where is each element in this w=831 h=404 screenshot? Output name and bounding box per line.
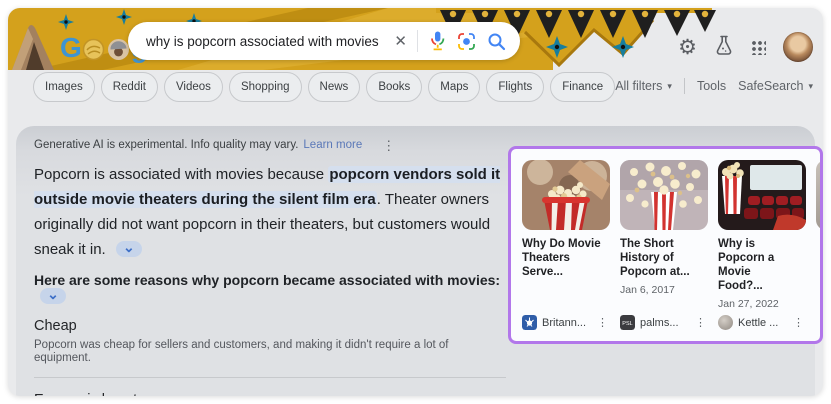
source-card[interactable]: The Short History of Popcorn at... Jan 6… [620, 160, 708, 330]
reason-sections: Cheap Popcorn was cheap for sellers and … [34, 318, 506, 396]
search-labs-icon[interactable] [714, 35, 734, 60]
partial-next-card[interactable] [816, 160, 823, 230]
section-description: Popcorn was cheap for sellers and custom… [34, 339, 506, 365]
google-lens-icon[interactable] [457, 32, 476, 51]
card-date: Jan 27, 2022 [718, 298, 806, 310]
search-bar[interactable]: why is popcorn associated with movies ✕ [128, 22, 520, 60]
card-source-name: Kettle ... [738, 317, 778, 329]
ai-answer-paragraph: Popcorn is associated with movies becaus… [34, 162, 506, 262]
card-title: The Short History of Popcorn at... [620, 237, 700, 279]
more-options-icon[interactable]: ⋮ [382, 139, 395, 152]
source-card[interactable]: Why is Popcorn a Movie Food?... Jan 27, … [718, 160, 806, 330]
card-source-row: Kettle ... ⋮ [718, 315, 806, 330]
logo-letter-g: G [60, 32, 81, 64]
search-input[interactable]: why is popcorn associated with movies [146, 34, 384, 49]
voice-search-icon[interactable] [429, 31, 446, 51]
google-apps-grid-icon[interactable] [751, 40, 766, 55]
tab-videos[interactable]: Videos [164, 72, 223, 102]
tools-button[interactable]: Tools [697, 79, 726, 93]
doodle-flatbread-icon [82, 38, 105, 61]
tab-shopping[interactable]: Shopping [229, 72, 302, 102]
expand-chevron-button[interactable]: ⌄ [40, 288, 66, 304]
expand-chevron-button[interactable]: ⌄ [116, 241, 142, 257]
card-source-row: Britann... ⋮ [522, 315, 610, 330]
card-source-name: palms... [640, 317, 679, 329]
tab-finance[interactable]: Finance [550, 72, 615, 102]
more-options-icon[interactable]: ⋮ [597, 316, 610, 329]
card-thumbnail [522, 160, 610, 230]
card-title: Why is Popcorn a Movie Food?... [718, 237, 798, 293]
source-card[interactable]: Why Do Movie Theaters Serve... Britann..… [522, 160, 610, 330]
reasons-intro: Here are some reasons why popcorn became… [34, 272, 514, 304]
settings-gear-icon[interactable]: ⚙ [678, 37, 697, 58]
britannica-favicon [522, 315, 537, 330]
card-source-row: PSL palms... ⋮ [620, 315, 708, 330]
palm-springs-life-favicon: PSL [620, 315, 635, 330]
section-divider [34, 377, 506, 378]
disclaimer-text: Generative AI is experimental. Info qual… [34, 139, 298, 151]
chevron-down-icon: ▾ [667, 81, 672, 92]
card-source-name: Britann... [542, 317, 586, 329]
more-options-icon[interactable]: ⋮ [695, 316, 708, 329]
tab-maps[interactable]: Maps [428, 72, 480, 102]
tab-books[interactable]: Books [366, 72, 422, 102]
more-options-icon[interactable]: ⋮ [793, 316, 806, 329]
answer-text: Popcorn is associated with movies becaus… [34, 166, 328, 183]
kettle-favicon [718, 315, 733, 330]
card-thumbnail [620, 160, 708, 230]
chevron-down-icon: ▾ [808, 81, 813, 92]
section-title: Economic boost [34, 392, 506, 396]
source-cards-panel: Why Do Movie Theaters Serve... Britann..… [508, 146, 823, 344]
clear-search-icon[interactable]: ✕ [384, 32, 417, 50]
section-title: Cheap [34, 318, 506, 334]
tab-reddit[interactable]: Reddit [101, 72, 158, 102]
safesearch-dropdown[interactable]: SafeSearch▾ [738, 79, 813, 93]
svg-text:PSL: PSL [622, 321, 632, 327]
screenshot-frame: G gle why is popcorn associated with mov… [0, 0, 831, 404]
all-filters-dropdown[interactable]: All filters▾ [615, 79, 672, 93]
account-avatar[interactable] [783, 32, 813, 62]
header-actions: ⚙ [678, 32, 813, 62]
result-filter-chips: Images Reddit Videos Shopping News Books… [33, 72, 615, 102]
card-title: Why Do Movie Theaters Serve... [522, 237, 602, 279]
card-date: Jan 6, 2017 [620, 284, 708, 296]
filters-toolbar: All filters▾ Tools SafeSearch▾ [615, 78, 813, 94]
card-thumbnail [718, 160, 806, 230]
search-divider [417, 30, 418, 52]
search-submit-icon[interactable] [487, 32, 506, 51]
toolbar-divider [684, 78, 685, 94]
learn-more-link[interactable]: Learn more [303, 139, 362, 151]
tab-flights[interactable]: Flights [486, 72, 544, 102]
google-search-page: G gle why is popcorn associated with mov… [8, 8, 823, 396]
doodle-person-icon [107, 38, 130, 61]
tab-news[interactable]: News [308, 72, 361, 102]
tab-images[interactable]: Images [33, 72, 95, 102]
